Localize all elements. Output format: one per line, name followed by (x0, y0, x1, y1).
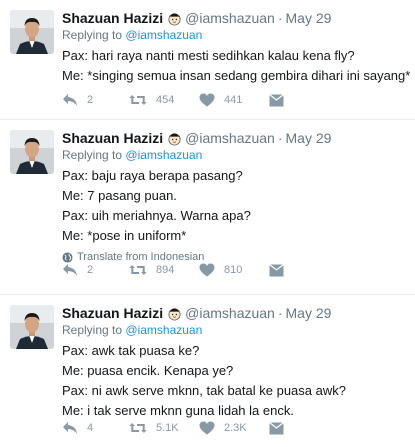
tweet-text: Pax: baju raya berapa pasang? Me: 7 pasa… (62, 166, 407, 246)
tweet-text: Pax: awk tak puasa ke? Me: puasa encik. … (62, 341, 407, 421)
face-emoji-icon (168, 13, 181, 26)
avatar[interactable] (10, 130, 54, 174)
author-handle[interactable]: @iamshazuan (185, 305, 275, 321)
retweet-icon (129, 95, 147, 105)
like-count: 441 (224, 94, 243, 106)
heart-icon (199, 93, 215, 107)
envelope-icon (269, 263, 284, 276)
reply-count: 4 (87, 422, 94, 434)
tweet-line: Pax: uih meriahnya. Warna apa? (62, 208, 251, 223)
timestamp[interactable]: May 29 (286, 305, 332, 321)
like-button[interactable]: 810 (199, 263, 269, 277)
separator: · (277, 130, 283, 146)
reply-icon (63, 422, 77, 434)
replying-to-label: Replying to (62, 148, 123, 162)
tweet[interactable]: Shazuan Hazizi @iamshazuan · May 29 Replyin… (0, 0, 415, 120)
tweet[interactable]: Shazuan Hazizi @iamshazuan · May 29 Replyin… (0, 120, 415, 295)
message-button[interactable] (269, 421, 336, 435)
replying-to-label: Replying to (62, 28, 123, 42)
author-name[interactable]: Shazuan Hazizi (62, 305, 163, 321)
reply-count: 2 (87, 94, 94, 106)
reply-icon (63, 94, 77, 106)
replying-to-handle[interactable]: @iamshazuan (125, 323, 202, 337)
like-button[interactable]: 441 (199, 93, 269, 107)
envelope-icon (269, 93, 284, 106)
message-button[interactable] (269, 93, 336, 107)
reply-button[interactable]: 2 (62, 263, 129, 277)
retweet-count: 894 (156, 264, 175, 276)
author-name[interactable]: Shazuan Hazizi (62, 130, 163, 146)
translate-link[interactable]: Translate from Indonesian (62, 250, 407, 264)
translate-label[interactable]: Translate from Indonesian (77, 250, 204, 264)
like-button[interactable]: 2.3K (199, 421, 269, 435)
tweet-text: Pax: hari raya nanti mesti sedihkan kala… (62, 46, 411, 86)
tweet-header: Shazuan Hazizi @iamshazuan · May 29 (62, 9, 407, 27)
tweet-actions: 2 894 810 (62, 263, 336, 277)
tweet-line: Me: *singing semua insan sedang gembira … (62, 68, 411, 83)
globe-icon (62, 251, 73, 263)
tweet-actions: 4 5.1K 2.3K (62, 421, 336, 435)
retweet-count: 454 (156, 94, 175, 106)
tweet-line: Pax: awk tak puasa ke? (62, 343, 200, 358)
face-emoji-icon (168, 308, 181, 321)
tweet-line: Pax: hari raya nanti mesti sedihkan kala… (62, 48, 355, 63)
tweet-line: Me: 7 pasang puan. (62, 188, 177, 203)
timestamp[interactable]: May 29 (286, 130, 332, 146)
avatar[interactable] (10, 10, 54, 54)
separator: · (277, 10, 283, 26)
reply-button[interactable]: 2 (62, 93, 129, 107)
tweet-header: Shazuan Hazizi @iamshazuan · May 29 (62, 129, 407, 147)
tweet-line: Me: *pose in uniform* (62, 228, 187, 243)
reply-button[interactable]: 4 (62, 421, 129, 435)
envelope-icon (269, 421, 284, 434)
replying-to: Replying to @iamshazuan (62, 28, 407, 43)
tweet-line: Pax: ni awk serve mknn, tak batal ke pua… (62, 383, 346, 398)
like-count: 2.3K (224, 422, 247, 434)
tweet-header: Shazuan Hazizi @iamshazuan · May 29 (62, 304, 407, 322)
retweet-count: 5.1K (156, 422, 179, 434)
heart-icon (199, 263, 215, 277)
replying-to-handle[interactable]: @iamshazuan (125, 148, 202, 162)
replying-to: Replying to @iamshazuan (62, 148, 407, 163)
retweet-icon (129, 423, 147, 433)
timestamp[interactable]: May 29 (286, 10, 332, 26)
message-button[interactable] (269, 263, 336, 277)
retweet-icon (129, 265, 147, 275)
retweet-button[interactable]: 454 (129, 93, 199, 107)
tweet-actions: 2 454 441 (62, 93, 336, 107)
author-handle[interactable]: @iamshazuan (185, 10, 275, 26)
separator: · (277, 305, 283, 321)
heart-icon (199, 421, 215, 435)
avatar[interactable] (10, 305, 54, 349)
reply-icon (63, 264, 77, 276)
replying-to: Replying to @iamshazuan (62, 323, 407, 338)
tweet-line: Me: puasa encik. Kenapa ye? (62, 363, 234, 378)
author-name[interactable]: Shazuan Hazizi (62, 10, 163, 26)
tweet-line: Pax: baju raya berapa pasang? (62, 168, 243, 183)
retweet-button[interactable]: 894 (129, 263, 199, 277)
tweet-line: Me: i tak serve mknn guna lidah la enck. (62, 403, 294, 418)
replying-to-handle[interactable]: @iamshazuan (125, 28, 202, 42)
replying-to-label: Replying to (62, 323, 123, 337)
author-handle[interactable]: @iamshazuan (185, 130, 275, 146)
retweet-button[interactable]: 5.1K (129, 421, 199, 435)
face-emoji-icon (168, 133, 181, 146)
reply-count: 2 (87, 264, 94, 276)
tweet[interactable]: Shazuan Hazizi @iamshazuan · May 29 Replyin… (0, 295, 415, 447)
like-count: 810 (224, 264, 243, 276)
